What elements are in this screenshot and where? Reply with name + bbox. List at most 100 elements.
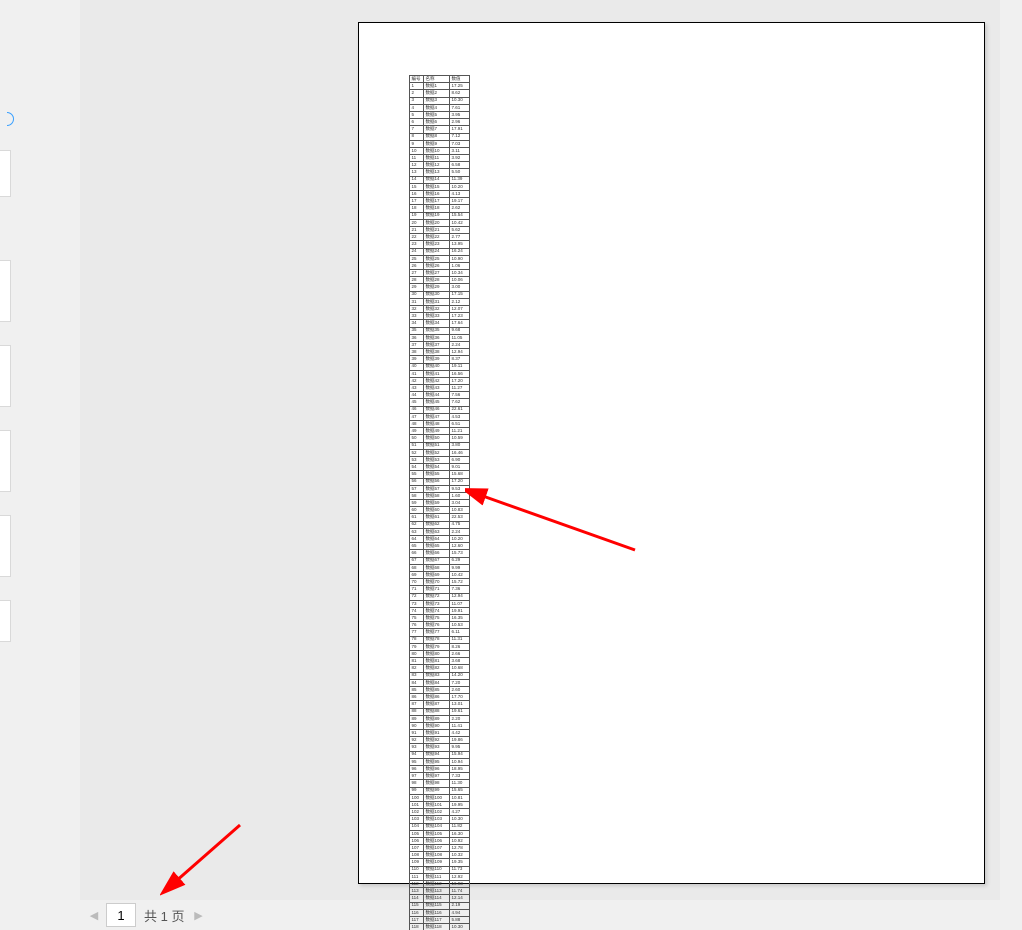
- table-cell: 4.27: [450, 809, 470, 816]
- table-cell: 96: [410, 766, 424, 773]
- table-cell: 16.30: [450, 830, 470, 837]
- table-cell: 数据113: [424, 888, 450, 895]
- table-cell: 8.62: [450, 90, 470, 97]
- table-cell: 94: [410, 751, 424, 758]
- table-cell: 13.95: [450, 241, 470, 248]
- table-row: 86数据8617.70: [410, 694, 470, 701]
- table-cell: 3.04: [450, 500, 470, 507]
- table-cell: 数据28: [424, 277, 450, 284]
- data-table: 编号名称数值 1数据117.252数据28.623数据310.304数据47.6…: [409, 75, 470, 930]
- table-cell: 9.99: [450, 564, 470, 571]
- table-cell: 数据60: [424, 507, 450, 514]
- table-cell: 数据81: [424, 658, 450, 665]
- table-cell: 10.30: [450, 924, 470, 930]
- table-cell: 数据85: [424, 686, 450, 693]
- table-cell: 45: [410, 399, 424, 406]
- table-cell: 10.20: [450, 183, 470, 190]
- table-row: 112数据11216.93: [410, 881, 470, 888]
- table-cell: 5.62: [450, 226, 470, 233]
- table-row: 83数据8314.20: [410, 672, 470, 679]
- table-cell: 43: [410, 385, 424, 392]
- table-cell: 数据80: [424, 651, 450, 658]
- table-row: 66数据6615.73: [410, 550, 470, 557]
- table-row: 40数据4019.11: [410, 363, 470, 370]
- table-cell: 73: [410, 600, 424, 607]
- table-cell: 数据14: [424, 176, 450, 183]
- table-cell: 数据27: [424, 270, 450, 277]
- table-cell: 4: [410, 104, 424, 111]
- table-cell: 17.64: [450, 320, 470, 327]
- table-cell: 数据97: [424, 773, 450, 780]
- table-cell: 11.39: [450, 176, 470, 183]
- table-cell: 数据116: [424, 909, 450, 916]
- table-row: 113数据11311.74: [410, 888, 470, 895]
- table-row: 27数据2710.34: [410, 270, 470, 277]
- table-cell: 60: [410, 507, 424, 514]
- table-cell: 11.21: [450, 428, 470, 435]
- table-cell: 数据67: [424, 557, 450, 564]
- table-cell: 数据15: [424, 183, 450, 190]
- table-cell: 数据17: [424, 198, 450, 205]
- table-cell: 54: [410, 464, 424, 471]
- table-cell: 17.91: [450, 126, 470, 133]
- table-cell: 15.68: [450, 471, 470, 478]
- table-cell: 数据50: [424, 435, 450, 442]
- info-icon: [0, 112, 14, 126]
- table-cell: 34: [410, 320, 424, 327]
- table-cell: 数据115: [424, 902, 450, 909]
- table-cell: 82: [410, 665, 424, 672]
- table-cell: 数据49: [424, 428, 450, 435]
- page-number-input[interactable]: [106, 903, 136, 927]
- table-cell: 46: [410, 406, 424, 413]
- table-cell: 32: [410, 306, 424, 313]
- table-cell: 80: [410, 651, 424, 658]
- table-cell: 数据44: [424, 392, 450, 399]
- table-row: 107数据10712.78: [410, 845, 470, 852]
- table-cell: 98: [410, 780, 424, 787]
- table-row: 36数据3611.05: [410, 334, 470, 341]
- table-cell: 16: [410, 191, 424, 198]
- table-cell: 数据94: [424, 751, 450, 758]
- table-cell: 1: [410, 83, 424, 90]
- table-cell: 56: [410, 478, 424, 485]
- table-cell: 9.95: [450, 744, 470, 751]
- table-row: 34数据3417.64: [410, 320, 470, 327]
- table-row: 24数据2416.24: [410, 248, 470, 255]
- table-cell: 4.94: [450, 909, 470, 916]
- table-cell: 3.68: [450, 658, 470, 665]
- table-row: 3数据310.30: [410, 97, 470, 104]
- prev-page-button[interactable]: ◀: [86, 909, 102, 922]
- table-cell: 数据6: [424, 119, 450, 126]
- table-row: 108数据10810.32: [410, 852, 470, 859]
- table-row: 88数据8819.61: [410, 708, 470, 715]
- table-row: 28数据2810.06: [410, 277, 470, 284]
- table-cell: 108: [410, 852, 424, 859]
- table-cell: 12.78: [450, 845, 470, 852]
- table-cell: 40: [410, 363, 424, 370]
- table-cell: 109: [410, 859, 424, 866]
- table-row: 25数据2510.90: [410, 255, 470, 262]
- table-cell: 10.81: [450, 794, 470, 801]
- table-cell: 2.20: [450, 715, 470, 722]
- next-page-button[interactable]: ▶: [190, 909, 206, 922]
- table-cell: 44: [410, 392, 424, 399]
- table-row: 74数据7419.91: [410, 607, 470, 614]
- table-cell: 47: [410, 413, 424, 420]
- table-row: 21数据215.62: [410, 226, 470, 233]
- table-row: 89数据892.20: [410, 715, 470, 722]
- table-cell: 71: [410, 586, 424, 593]
- table-row: 114数据11412.14: [410, 895, 470, 902]
- table-row: 100数据10010.81: [410, 794, 470, 801]
- table-row: 20数据2010.42: [410, 219, 470, 226]
- table-cell: 10.53: [450, 622, 470, 629]
- table-cell: 数据65: [424, 543, 450, 550]
- table-cell: 数据71: [424, 586, 450, 593]
- table-cell: 10.30: [450, 97, 470, 104]
- table-row: 115数据1152.19: [410, 902, 470, 909]
- document-page: 编号名称数值 1数据117.252数据28.623数据310.304数据47.6…: [358, 22, 985, 884]
- table-cell: 数据48: [424, 421, 450, 428]
- table-row: 6数据62.96: [410, 119, 470, 126]
- table-cell: 11: [410, 155, 424, 162]
- table-cell: 7.36: [450, 586, 470, 593]
- table-cell: 12: [410, 162, 424, 169]
